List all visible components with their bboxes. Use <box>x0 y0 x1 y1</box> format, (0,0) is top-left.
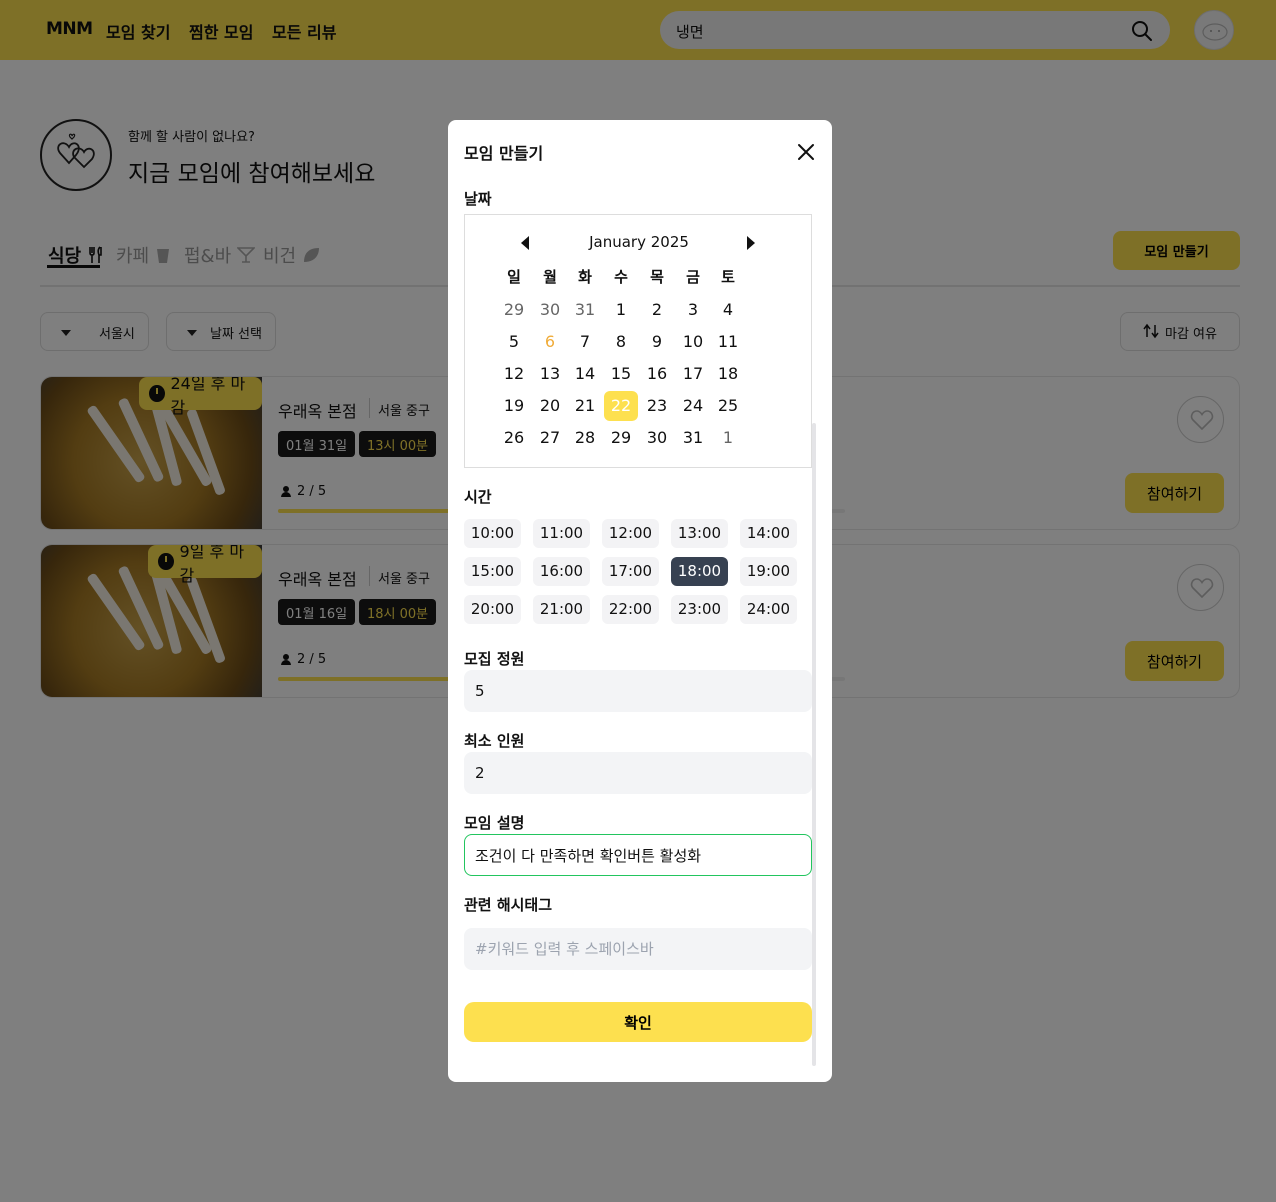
time-option[interactable]: 17:00 <box>602 557 659 586</box>
time-option[interactable]: 16:00 <box>533 557 590 586</box>
calendar-day[interactable]: 4 <box>711 295 745 325</box>
close-button[interactable] <box>794 140 818 164</box>
calendar-day[interactable]: 16 <box>640 359 674 389</box>
description-field[interactable] <box>464 834 812 876</box>
calendar-day[interactable]: 23 <box>640 391 674 421</box>
calendar-day[interactable]: 31 <box>676 423 710 453</box>
modal-scrollbar[interactable] <box>812 423 816 1066</box>
calendar-day[interactable]: 14 <box>568 359 602 389</box>
calendar-day[interactable]: 2 <box>640 295 674 325</box>
calendar-day[interactable]: 15 <box>604 359 638 389</box>
calendar-day[interactable]: 3 <box>676 295 710 325</box>
time-option[interactable]: 15:00 <box>464 557 521 586</box>
calendar-month: January 2025 <box>589 233 689 251</box>
weekday-header: 화 <box>578 268 592 286</box>
time-option[interactable]: 23:00 <box>671 595 728 624</box>
hashtag-label: 관련 해시태그 <box>464 896 553 914</box>
date-label: 날짜 <box>464 190 492 208</box>
calendar-day-outside[interactable]: 31 <box>568 295 602 325</box>
time-option[interactable]: 19:00 <box>740 557 797 586</box>
calendar-day-outside[interactable]: 29 <box>497 295 531 325</box>
weekday-header: 수 <box>614 268 628 286</box>
calendar-day-outside[interactable]: 30 <box>533 295 567 325</box>
close-icon <box>798 144 814 160</box>
confirm-button[interactable]: 확인 <box>464 1002 812 1042</box>
time-option[interactable]: 11:00 <box>533 519 590 548</box>
time-option[interactable]: 10:00 <box>464 519 521 548</box>
calendar-day-outside[interactable]: 1 <box>711 423 745 453</box>
calendar-day[interactable]: 9 <box>640 327 674 357</box>
calendar-day[interactable]: 6 <box>533 327 567 357</box>
time-option[interactable]: 21:00 <box>533 595 590 624</box>
calendar-day[interactable]: 18 <box>711 359 745 389</box>
calendar-day[interactable]: 21 <box>568 391 602 421</box>
capacity-field[interactable] <box>464 670 812 712</box>
create-meeting-modal: 모임 만들기 날짜 January 2025 일 월 화 수 목 금 토 29 30 31 1 2 3 4… <box>448 120 832 1082</box>
calendar-day[interactable]: 27 <box>533 423 567 453</box>
time-option[interactable]: 22:00 <box>602 595 659 624</box>
weekday-header: 월 <box>543 268 557 286</box>
min-people-label: 최소 인원 <box>464 732 525 750</box>
min-people-field[interactable] <box>464 752 812 794</box>
calendar-day[interactable]: 22 <box>604 391 638 421</box>
next-month-icon[interactable] <box>747 236 755 250</box>
calendar-day[interactable]: 20 <box>533 391 567 421</box>
calendar-day[interactable]: 17 <box>676 359 710 389</box>
weekday-header: 토 <box>721 268 735 286</box>
calendar-day[interactable]: 24 <box>676 391 710 421</box>
calendar-day[interactable]: 1 <box>604 295 638 325</box>
time-label: 시간 <box>464 488 492 506</box>
calendar-day[interactable]: 8 <box>604 327 638 357</box>
calendar-day[interactable]: 7 <box>568 327 602 357</box>
calendar: January 2025 일 월 화 수 목 금 토 29 30 31 1 2 3 4 5 6 7 8 9 10 11 1… <box>464 214 812 468</box>
time-option[interactable]: 20:00 <box>464 595 521 624</box>
time-option[interactable]: 14:00 <box>740 519 797 548</box>
time-option[interactable]: 18:00 <box>671 557 728 586</box>
calendar-day[interactable]: 28 <box>568 423 602 453</box>
calendar-day[interactable]: 5 <box>497 327 531 357</box>
calendar-day[interactable]: 25 <box>711 391 745 421</box>
capacity-label: 모집 정원 <box>464 650 525 668</box>
calendar-day[interactable]: 13 <box>533 359 567 389</box>
modal-title: 모임 만들기 <box>464 144 544 163</box>
time-option[interactable]: 24:00 <box>740 595 797 624</box>
calendar-day[interactable]: 26 <box>497 423 531 453</box>
calendar-day[interactable]: 30 <box>640 423 674 453</box>
description-label: 모임 설명 <box>464 814 525 832</box>
calendar-day[interactable]: 12 <box>497 359 531 389</box>
weekday-header: 일 <box>507 268 521 286</box>
time-option[interactable]: 12:00 <box>602 519 659 548</box>
weekday-header: 목 <box>650 268 664 286</box>
calendar-day[interactable]: 11 <box>711 327 745 357</box>
calendar-day[interactable]: 29 <box>604 423 638 453</box>
calendar-day[interactable]: 10 <box>676 327 710 357</box>
calendar-day[interactable]: 19 <box>497 391 531 421</box>
weekday-header: 금 <box>686 268 700 286</box>
time-option[interactable]: 13:00 <box>671 519 728 548</box>
hashtag-field[interactable] <box>464 928 812 970</box>
